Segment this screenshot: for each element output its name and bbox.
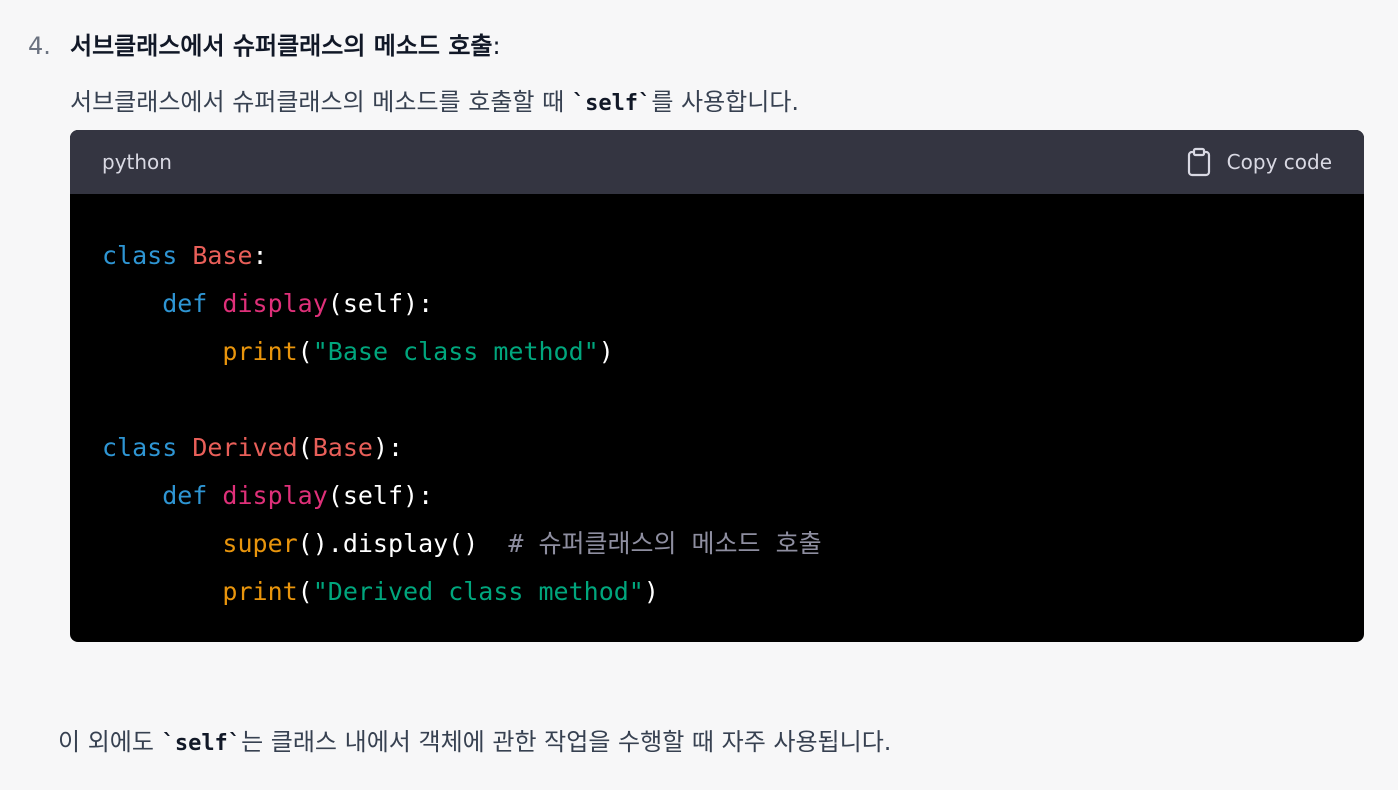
code-token-fn: display [222,289,328,318]
copy-code-label: Copy code [1226,150,1332,174]
code-token-punc: ) [598,337,614,366]
code-token-str: "Base class method" [312,337,599,366]
description-text-after: 를 사용합니다. [651,88,800,116]
code-token-punc: ( [297,433,313,462]
code-language-label: python [102,150,172,174]
code-block-header: python Copy code [70,130,1364,194]
code-token-cls: Base [192,241,253,270]
code-line: def display(self): [102,472,822,520]
code-line: print("Base class method") [102,328,822,376]
code-token-plain: ().display() [297,529,509,558]
code-token-cls: Derived [192,433,298,462]
code-token-punc: ( [297,337,313,366]
code-token-punc: ) [643,577,659,606]
code-token-kw: def [102,481,223,510]
list-item-4: 4. 서브클래스에서 슈퍼클래스의 메소드 호출: 서브클래스에서 슈퍼클래스의… [28,24,1368,116]
list-number: 4. [28,32,51,60]
code-token-plain: (self): [327,289,434,318]
code-line: super().display() # 슈퍼클래스의 메소드 호출 [102,520,822,568]
code-token-fn: display [222,481,328,510]
code-content: class Base: def display(self): print("Ba… [102,232,822,616]
description-text-before: 서브클래스에서 슈퍼클래스의 메소드를 호출할 때 [70,88,572,116]
inline-code-self-footer: `self` [161,731,242,756]
copy-code-button[interactable]: Copy code [1185,147,1332,177]
code-token-str: "Derived class method" [312,577,644,606]
closing-text-after: 는 클래스 내에서 객체에 관한 작업을 수행할 때 자주 사용됩니다. [241,728,892,756]
code-token-kw: class [102,241,193,270]
code-token-cls: Base [312,433,373,462]
code-line: class Derived(Base): [102,424,822,472]
list-item-heading: 4. 서브클래스에서 슈퍼클래스의 메소드 호출: [28,24,1368,68]
code-token-builtin: super [102,529,298,558]
code-body[interactable]: class Base: def display(self): print("Ba… [70,194,1364,642]
code-token-punc: ): [372,433,404,462]
code-token-builtin: print [102,577,298,606]
title-colon: : [492,32,501,60]
code-token-comment: # 슈퍼클래스의 메소드 호출 [508,529,822,558]
code-token-kw: def [102,289,223,318]
item-description: 서브클래스에서 슈퍼클래스의 메소드를 호출할 때 `self`를 사용합니다. [70,80,799,126]
code-line: class Base: [102,232,822,280]
inline-code-self: `self` [571,91,652,116]
closing-text-before: 이 외에도 [58,728,162,756]
code-token-plain: (self): [327,481,434,510]
code-token-punc: : [252,241,268,270]
clipboard-icon [1185,147,1213,177]
code-token-kw: class [102,433,193,462]
code-token-builtin: print [102,337,298,366]
code-block: python Copy code class Base: def display… [70,130,1364,642]
code-line: print("Derived class method") [102,568,822,616]
code-line: def display(self): [102,280,822,328]
list-item-title: 서브클래스에서 슈퍼클래스의 메소드 호출 [70,32,493,60]
closing-paragraph: 이 외에도 `self`는 클래스 내에서 객체에 관한 작업을 수행할 때 자… [58,720,891,766]
code-token-punc: ( [297,577,313,606]
